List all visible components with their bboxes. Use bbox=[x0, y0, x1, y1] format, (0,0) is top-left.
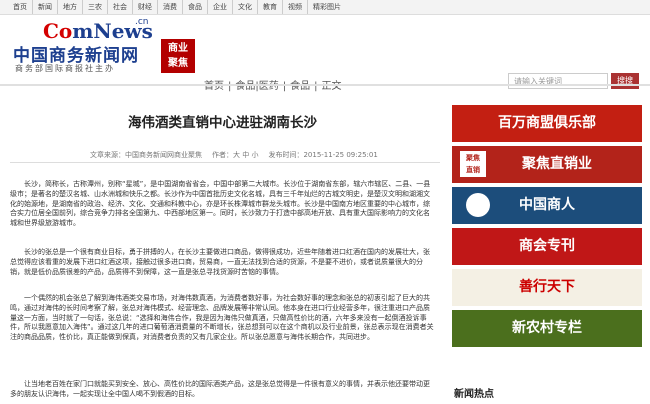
ad-banner-direct-sales[interactable]: 聚焦 直销 聚焦直销业 bbox=[452, 146, 642, 183]
top-nav-item[interactable]: 新闻 bbox=[33, 0, 58, 14]
top-nav-item[interactable]: 财经 bbox=[133, 0, 158, 14]
article-source: 文章来源：中国商务新闻网商业聚焦 bbox=[90, 151, 202, 159]
article-paragraph: 长沙的张总是一个很有商业目标，勇于拼搏的人，在长沙主要做进口商品，做得很成功，近… bbox=[10, 248, 430, 276]
hot-news-title: 新闻热点 bbox=[454, 389, 494, 400]
top-nav-item[interactable]: 地方 bbox=[58, 0, 83, 14]
article-paragraph: 长沙，简称长，古称潭州，别称“星城”，是中国湖南省省会，中国中部第二大城市。长沙… bbox=[10, 180, 431, 228]
top-nav-item[interactable]: 首页 bbox=[8, 0, 33, 14]
direct-sales-icon: 聚焦 直销 bbox=[460, 151, 486, 177]
article: 海伟酒类直销中心进驻湖南长沙 文章来源：中国商务新闻网商业聚焦 作者：大 中 小… bbox=[0, 88, 445, 404]
section-badge: 商业 聚焦 bbox=[161, 39, 195, 73]
ad-banner-new-countryside[interactable]: 新农村专栏 bbox=[452, 310, 642, 347]
article-time: 发布时间：2015-11-25 09:25:01 bbox=[268, 151, 378, 159]
article-meta: 文章来源：中国商务新闻网商业聚焦 作者：大 中 小 发布时间：2015-11-2… bbox=[90, 150, 378, 160]
ad-banner-charity[interactable]: 善行天下 bbox=[452, 269, 642, 306]
top-nav-item[interactable]: 食品 bbox=[183, 0, 208, 14]
top-nav-item[interactable]: 精彩图片 bbox=[308, 0, 346, 14]
article-paragraph: 一个偶然的机会张总了解到海伟酒类交易市场，对海伟数真酒，为消费者数好事，为社会数… bbox=[10, 294, 434, 342]
top-nav-item[interactable]: 视频 bbox=[283, 0, 308, 14]
top-nav-item[interactable]: 文化 bbox=[233, 0, 258, 14]
top-nav-item[interactable]: 教育 bbox=[258, 0, 283, 14]
top-nav-item[interactable]: 社会 bbox=[108, 0, 133, 14]
article-paragraph: 让当地老百姓在家门口就能买到安全、放心、高性价比的国际酒类产品，这是张总觉得是一… bbox=[10, 380, 430, 398]
header-divider bbox=[0, 84, 650, 86]
meta-divider bbox=[10, 162, 440, 163]
logo-domain: .cn bbox=[135, 17, 149, 27]
top-nav: 首页 新闻 地方 三农 社会 财经 消费 食品 企业 文化 教育 视频 精彩图片 bbox=[0, 0, 650, 15]
ad-banner-club[interactable]: 百万商盟俱乐部 bbox=[452, 105, 642, 142]
ad-banner-chinese-merchants[interactable]: 中国商人 bbox=[452, 187, 642, 224]
search-button[interactable]: 搜搜 bbox=[611, 73, 639, 89]
top-nav-item[interactable]: 企业 bbox=[208, 0, 233, 14]
logo-tagline: 商务部国际商报社主办 bbox=[15, 64, 115, 73]
ad-banner-chamber[interactable]: 商会专刊 bbox=[452, 228, 642, 265]
article-font-size[interactable]: 作者：大 中 小 bbox=[212, 150, 258, 160]
top-nav-item[interactable]: 消费 bbox=[158, 0, 183, 14]
sidebar: 百万商盟俱乐部 聚焦 直销 聚焦直销业 中国商人 商会专刊 善行天下 新农村专栏 bbox=[452, 105, 642, 351]
article-title: 海伟酒类直销中心进驻湖南长沙 bbox=[128, 115, 317, 131]
site-logo[interactable]: ComNews .cn 中国商务新闻网 商务部国际商报社主办 商业 聚焦 bbox=[13, 17, 198, 75]
header: ComNews .cn 中国商务新闻网 商务部国际商报社主办 商业 聚焦 首页 | 食… bbox=[0, 15, 650, 92]
globe-icon bbox=[466, 193, 490, 217]
search-input[interactable]: 请输入关键词 bbox=[508, 73, 608, 89]
top-nav-item[interactable]: 三农 bbox=[83, 0, 108, 14]
